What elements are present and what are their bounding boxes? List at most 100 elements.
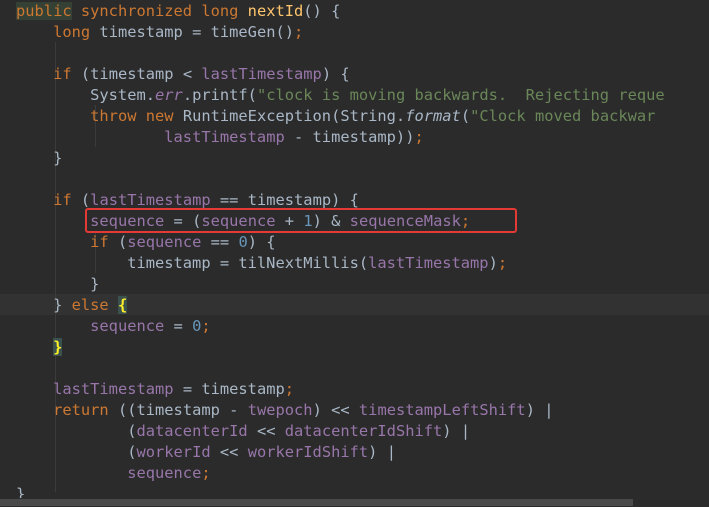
code-token: sequence (127, 233, 202, 251)
code-line[interactable]: sequence = 0; (16, 316, 211, 337)
code-token: ) | (368, 443, 396, 461)
code-line[interactable]: sequence; (16, 463, 211, 484)
code-token: 0 (192, 317, 202, 335)
code-token: format (405, 107, 461, 125)
code-token: ; (284, 380, 295, 398)
code-line[interactable]: return ((timestamp - twepoch) << timesta… (16, 400, 554, 421)
code-token: sequence (90, 317, 165, 335)
code-token: timestamp = timeGen() (99, 23, 295, 41)
code-token: ( (16, 422, 137, 440)
code-token: "Clock moved backwar (470, 107, 656, 125)
code-token: "clock is moving backwards. Rejecting re… (256, 86, 665, 104)
code-line[interactable]: public synchronized long nextId() { (16, 1, 340, 22)
code-token: datacenterId (136, 422, 248, 440)
code-token: } (16, 149, 63, 167)
code-line[interactable]: } (16, 274, 99, 295)
code-token: lastTimestamp (164, 128, 285, 146)
code-line[interactable]: (workerId << workerIdShift) | (16, 442, 396, 463)
code-token: } (16, 275, 100, 293)
code-line[interactable]: System.err.printf("clock is moving backw… (16, 85, 665, 106)
code-token: .printf( (182, 86, 257, 104)
code-line[interactable]: } (16, 148, 62, 169)
code-token: ; (201, 317, 211, 335)
code-token: workerIdShift (247, 443, 369, 461)
code-token: lastTimestamp (201, 65, 322, 83)
code-token: 0 (238, 233, 248, 251)
code-line[interactable]: lastTimestamp = timestamp; (16, 379, 294, 400)
code-line[interactable]: if (sequence == 0) { (16, 232, 276, 253)
code-token: << (247, 422, 285, 440)
scrollbar-thumb[interactable] (0, 499, 633, 506)
code-token: (timestamp < (80, 65, 202, 83)
code-token: if (53, 191, 81, 209)
code-token: synchronized long (71, 2, 248, 20)
code-token: nextId (247, 2, 304, 20)
code-line[interactable]: throw new RuntimeException(String.format… (16, 106, 655, 127)
annotation-highlight-box (85, 208, 517, 233)
code-line[interactable]: (datacenterId << datacenterIdShift) | (16, 421, 470, 442)
code-token: ; (497, 254, 508, 272)
code-token: ) | (525, 401, 554, 419)
code-token: ((timestamp - (117, 401, 248, 419)
code-token: = (164, 317, 193, 335)
code-token: } (16, 296, 72, 314)
code-token: ; (414, 128, 424, 146)
code-token: () { (303, 2, 341, 20)
code-token: throw new (90, 107, 183, 125)
code-token: == timestamp) { (210, 191, 359, 209)
code-line[interactable]: } else { (16, 295, 128, 316)
code-token: ( (460, 107, 471, 125)
code-token: workerId (136, 443, 211, 461)
code-token: lastTimestamp (368, 254, 489, 272)
code-token: err (155, 86, 183, 104)
code-token: twepoch (247, 401, 313, 419)
code-token: ; (294, 23, 304, 41)
code-line[interactable]: if (timestamp < lastTimestamp) { (16, 64, 350, 85)
code-token: RuntimeException(String. (182, 107, 406, 125)
code-token: public (16, 2, 72, 20)
code-token: ) (488, 254, 498, 272)
code-line[interactable]: } (16, 337, 63, 358)
code-token: ( (80, 191, 91, 209)
code-token: timestampLeftShift (358, 401, 526, 419)
code-token: ; (201, 464, 211, 482)
code-token: lastTimestamp (90, 191, 211, 209)
code-token: ) << (312, 401, 359, 419)
code-editor[interactable]: public synchronized long nextId() { long… (0, 0, 709, 507)
code-token: ) { (247, 233, 276, 251)
code-token: long (53, 23, 100, 41)
code-token: sequence (127, 464, 202, 482)
code-token: << (210, 443, 248, 461)
code-token: == (201, 233, 239, 251)
code-token: timestamp = tilNextMillis( (16, 254, 369, 272)
horizontal-scrollbar[interactable] (0, 498, 709, 507)
code-line[interactable]: lastTimestamp - timestamp)); (16, 127, 424, 148)
code-token: ) { (321, 65, 350, 83)
code-token: if (53, 65, 81, 83)
code-token: - timestamp)) (284, 128, 415, 146)
code-token: System. (16, 86, 155, 104)
code-token: datacenterIdShift (284, 422, 443, 440)
code-token: { (117, 296, 128, 314)
code-token: ( (16, 443, 137, 461)
code-token: ( (117, 233, 128, 251)
code-token: if (90, 233, 118, 251)
code-token: = timestamp (173, 380, 285, 398)
code-line[interactable]: timestamp = tilNextMillis(lastTimestamp)… (16, 253, 507, 274)
code-token: return (53, 401, 118, 419)
code-token: ) | (442, 422, 471, 440)
code-token: } (53, 338, 63, 356)
code-line[interactable]: long timestamp = timeGen(); (16, 22, 303, 43)
